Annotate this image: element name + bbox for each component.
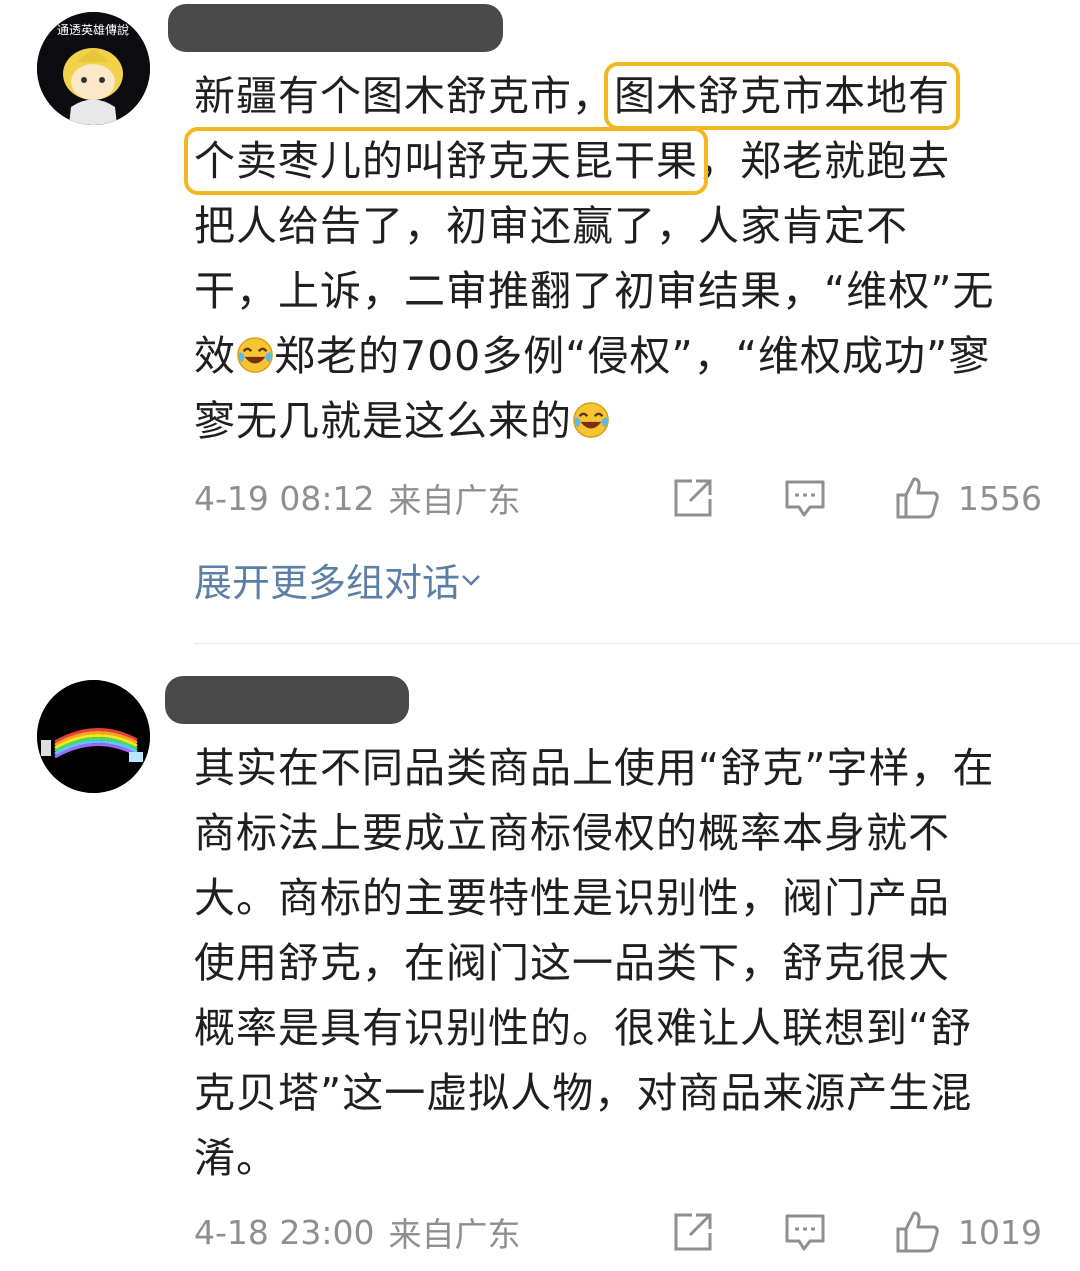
username-redacted[interactable]: [165, 676, 409, 724]
share-icon[interactable]: [670, 475, 716, 521]
comment-text: 其实在不同品类商品上使用“舒克”字样，在 商标法上要成立商标侵权的概率本身就不 …: [194, 736, 1054, 1191]
comment-meta: 4-18 23:00 来自广东 1019: [194, 1207, 1042, 1257]
text-line: 使用舒克，在阀门这一品类下，舒克很大: [194, 939, 950, 987]
text-line: 寥无几就是这么来的: [194, 389, 1054, 454]
like-icon[interactable]: [894, 1209, 940, 1255]
like-icon[interactable]: [894, 475, 940, 521]
comment-item: 通透英雄傳說 新疆有个图木舒克市，图木舒克市本地有 个卖枣儿的叫舒克天昆干果，郑…: [0, 0, 1080, 644]
like-button[interactable]: 1019: [894, 1209, 1042, 1255]
like-button[interactable]: 1556: [894, 475, 1042, 521]
highlighted-text: 个卖枣儿的叫舒克天昆干果: [184, 127, 708, 195]
laugh-cry-emoji: [237, 337, 273, 373]
action-bar: 1019: [670, 1209, 1042, 1255]
username-redacted[interactable]: [168, 4, 503, 52]
text-segment: 郑老的700多例“侵权”，“维权成功”寥: [274, 332, 991, 380]
avatar-image: 通透英雄傳說: [37, 12, 150, 125]
comment-icon[interactable]: [782, 475, 828, 521]
text-line: 克贝塔”这一虚拟人物，对商品来源产生混: [194, 1069, 973, 1117]
like-count: 1556: [958, 478, 1042, 518]
like-count: 1019: [958, 1212, 1042, 1252]
text-line: 新疆有个图木舒克市，图木舒克市本地有: [194, 62, 1054, 130]
share-icon[interactable]: [670, 1209, 716, 1255]
location: 来自广东: [388, 481, 521, 520]
comment-icon[interactable]: [782, 1209, 828, 1255]
text-segment: ，郑老就跑去: [698, 137, 950, 185]
avatar[interactable]: 通透英雄傳說: [37, 12, 150, 125]
avatar-image: [37, 680, 150, 793]
text-line: 干，上诉，二审推翻了初审结果，“维权”无: [194, 267, 995, 315]
text-line: 概率是具有识别性的。很难让人联想到“舒: [194, 1004, 973, 1052]
chevron-down-icon: [462, 574, 480, 586]
text-line: 效郑老的700多例“侵权”，“维权成功”寥: [194, 324, 1054, 389]
expand-conversation-link[interactable]: 展开更多组对话: [194, 552, 482, 607]
text-line: 其实在不同品类商品上使用“舒克”字样，在: [194, 744, 995, 792]
text-line: 商标法上要成立商标侵权的概率本身就不: [194, 809, 950, 857]
expand-label: 展开更多组对话: [194, 561, 461, 605]
laugh-cry-emoji: [573, 402, 609, 438]
highlighted-text: 图木舒克市本地有: [604, 62, 960, 130]
text-segment: 效: [194, 332, 236, 380]
comment-item: 其实在不同品类商品上使用“舒克”字样，在 商标法上要成立商标侵权的概率本身就不 …: [0, 650, 1080, 1271]
comment-text: 新疆有个图木舒克市，图木舒克市本地有 个卖枣儿的叫舒克天昆干果，郑老就跑去 把人…: [184, 62, 1054, 454]
timestamp: 4-18 23:00: [194, 1212, 375, 1252]
comment-meta: 4-19 08:12 来自广东 1556: [194, 473, 1042, 523]
text-line: 淆。: [194, 1134, 278, 1182]
action-bar: 1556: [670, 475, 1042, 521]
text-segment: 寥无几就是这么来的: [194, 397, 572, 445]
text-line: 个卖枣儿的叫舒克天昆干果，郑老就跑去: [184, 127, 1054, 195]
avatar[interactable]: [37, 680, 150, 793]
text-line: 大。商标的主要特性是识别性，阀门产品: [194, 874, 950, 922]
avatar-text: 通透英雄傳說: [57, 22, 129, 37]
location: 来自广东: [388, 1215, 521, 1254]
text-segment: 新疆有个图木舒克市，: [194, 72, 614, 120]
divider: [194, 643, 1080, 644]
timestamp: 4-19 08:12: [194, 478, 375, 518]
text-line: 把人给告了，初审还赢了，人家肯定不: [194, 202, 908, 250]
